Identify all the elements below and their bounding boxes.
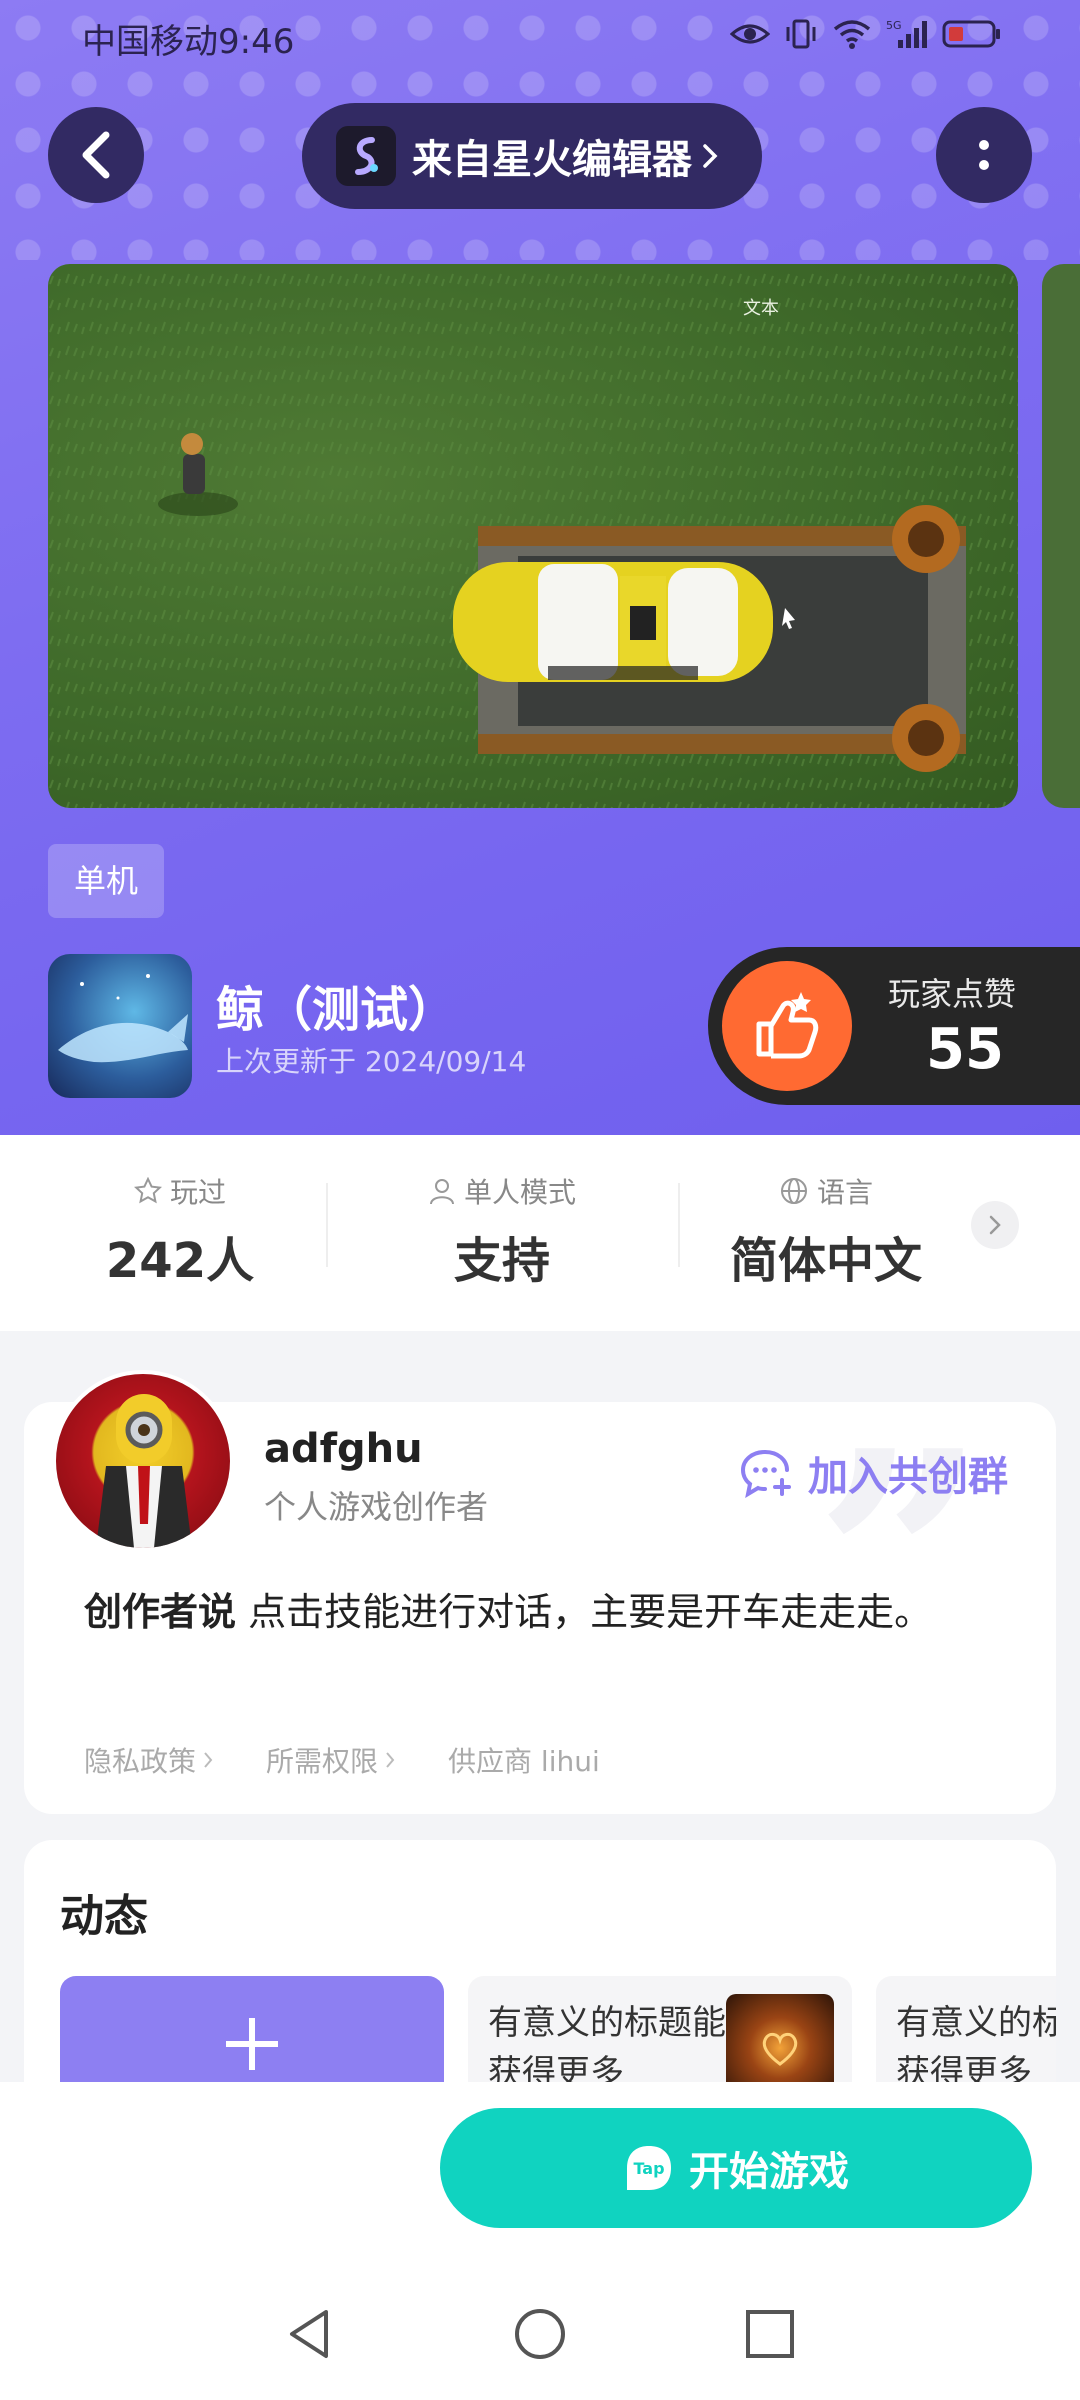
privacy-policy-link[interactable]: 隐私政策 [84,1740,214,1780]
chevron-right-icon [989,1215,1001,1235]
start-game-label: 开始游戏 [689,2149,849,2195]
plus-icon [226,2018,278,2070]
game-scene-image [48,264,1018,808]
screenshot-overlay-text: 文本 [743,298,779,319]
creator-say-label: 创作者说 [84,1590,237,1634]
person-icon [429,1179,454,1205]
thumbs-up-icon [722,961,852,1091]
creator-say-text: 点击技能进行对话，主要是开车走走走。 [236,1590,933,1634]
creator-role: 个人游戏创作者 [264,1488,489,1526]
creator-statement: 创作者说 点击技能进行对话，主要是开车走走走。 [84,1580,984,1644]
stat-single-player-label: 单人模式 [463,1176,576,1209]
likes-count: 55 [926,1017,1004,1082]
vendor-label: 供应商 lihui [448,1745,600,1778]
heart-icon [762,2032,798,2066]
back-button[interactable] [48,107,144,203]
vendor-info: 供应商 lihui [448,1740,600,1780]
privacy-policy-label: 隐私政策 [84,1745,197,1778]
stat-played-label: 玩过 [169,1176,226,1209]
back-arrow-icon [82,131,110,179]
likes-label: 玩家点赞 [888,975,1017,1013]
next-screenshot-preview[interactable] [1042,264,1080,808]
game-screenshot[interactable]: 文本 [48,264,1018,808]
more-stats-button[interactable] [971,1201,1019,1249]
stat-single-player-value: 支持 [453,1233,550,1289]
nav-back-icon[interactable] [282,2306,338,2362]
status-bar: 中国移动9:46 5G [0,0,1080,72]
battery-icon [942,20,1000,48]
source-editor-link[interactable]: 来自星火编辑器 [302,103,762,209]
bottom-action-bar: Tap 开始游戏 [0,2082,1080,2282]
nav-home-icon[interactable] [512,2306,568,2362]
status-icons: 5G [730,18,1002,50]
start-game-button[interactable]: Tap 开始游戏 [440,2108,1032,2228]
last-updated: 上次更新于 2024/09/14 [216,1045,527,1078]
spark-editor-logo-icon [336,126,396,186]
feed-title: 动态 [60,1891,148,1942]
stat-played-value: 242人 [105,1233,255,1289]
network-label: 5G [886,19,902,32]
creator-name[interactable]: adfghu [264,1426,423,1472]
stat-played: 玩过 242人 [30,1171,330,1291]
permissions-link[interactable]: 所需权限 [266,1740,396,1780]
game-icon [48,954,192,1098]
game-stats-bar: 玩过 242人 单人模式 支持 语言 简体中文 [0,1135,1080,1331]
wifi-icon [833,20,871,49]
player-likes-card[interactable]: 玩家点赞 55 [708,947,1080,1105]
star-icon [133,1177,162,1204]
brand-text: Tap [633,2159,664,2178]
eye-icon [730,24,770,44]
game-hero: 中国移动9:46 5G 来自星火编辑器 文本 单机 鲸（测试） 上次更新于 20… [0,0,1080,1135]
chevron-right-icon [703,144,718,168]
source-label: 来自星火编辑器 [412,137,692,183]
system-navigation-bar [0,2282,1080,2400]
globe-icon [780,1178,807,1204]
stat-language: 语言 简体中文 [676,1171,976,1291]
nav-recents-icon[interactable] [742,2306,798,2362]
chevron-right-icon [386,1752,395,1768]
stat-divider [326,1183,328,1267]
feed-section: 动态 有意义的标题能获得更多 有意义的标题能获得更多 [24,1840,1056,2100]
signal-icon: 5G [886,19,927,48]
stat-single-player: 单人模式 支持 [352,1171,652,1291]
join-group-label: 加入共创群 [808,1454,1008,1500]
chat-add-icon [740,1450,791,1498]
stat-language-value: 简体中文 [729,1233,922,1289]
carrier-time: 中国移动9:46 [82,22,295,62]
game-title: 鲸（测试） [216,982,457,1038]
permissions-label: 所需权限 [266,1745,379,1778]
creator-avatar[interactable] [52,1370,234,1552]
more-vertical-icon [979,140,989,170]
creator-card: ” adfghu 个人游戏创作者 加入共创群 创作者说 点击技能进行对话，主要是… [24,1370,1056,1814]
creator-meta-links: 隐私政策 所需权限 供应商 lihui [84,1740,600,1780]
chevron-right-icon [204,1752,213,1768]
taptap-logo-icon: Tap [627,2146,671,2190]
vibrate-icon [786,19,816,49]
more-options-button[interactable] [936,107,1032,203]
stat-language-label: 语言 [816,1176,873,1209]
game-mode-tag: 单机 [48,844,165,918]
join-cocreation-group-button[interactable]: 加入共创群 [740,1444,1008,1502]
